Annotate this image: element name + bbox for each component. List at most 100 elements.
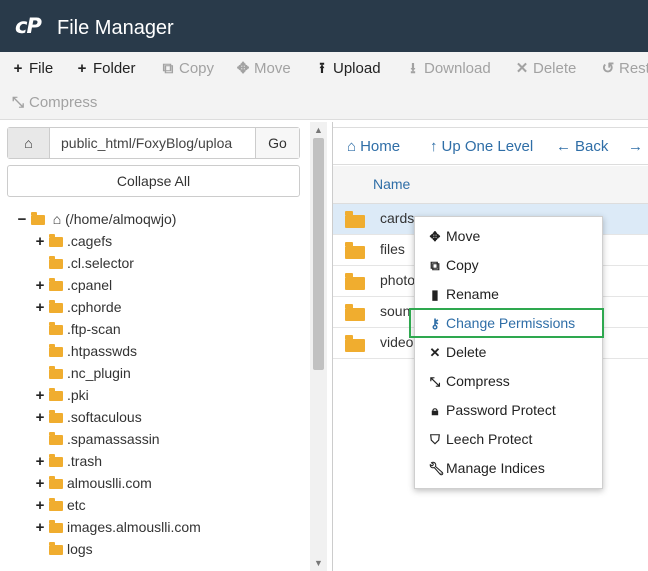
tree-item-label: .softaculous	[67, 409, 142, 425]
back-button[interactable]: ← Back	[556, 136, 608, 158]
expand-plus-icon[interactable]: +	[35, 407, 45, 429]
home-icon: ⌂	[347, 138, 357, 155]
new-file-button[interactable]: + File	[10, 54, 54, 84]
context-menu-label: Leech Protect	[446, 431, 533, 447]
scroll-down-icon[interactable]: ▼	[314, 558, 323, 568]
up-one-level-button[interactable]: ↑ Up One Level	[430, 136, 533, 158]
context-menu-label: Move	[446, 228, 481, 244]
plus-icon: +	[13, 60, 23, 77]
collapse-toggle-icon[interactable]: −	[17, 209, 27, 231]
restore-button[interactable]: ↺ Rest	[600, 54, 648, 84]
context-menu: ✥ Move ⧉ Copy ▮ Rename ⚷ Change Permissions ✕ Del…	[414, 216, 603, 489]
table-header: Name	[333, 166, 648, 204]
folder-icon	[49, 432, 63, 445]
tree-item[interactable]: + .softaculous	[35, 406, 142, 428]
path-bar: ⌂ public_html/FoxyBlog/uploa Go	[7, 127, 300, 159]
tree-item[interactable]: .ftp-scan	[35, 318, 121, 340]
move-icon: ✥	[236, 60, 250, 77]
expand-plus-icon[interactable]: +	[35, 297, 45, 319]
folder-icon	[49, 256, 63, 269]
cpanel-logo: cP	[15, 14, 42, 38]
context-menu-item[interactable]: 🔧︎Manage Indices	[428, 457, 545, 479]
context-menu-item[interactable]: ▮ Rename	[428, 283, 499, 305]
tree-item-label: .ftp-scan	[67, 321, 121, 337]
home-button[interactable]: ⌂ Home	[347, 136, 400, 158]
folder-icon	[49, 542, 63, 555]
file-name: cards	[380, 210, 415, 226]
tree-item[interactable]: + almouslli.com	[35, 472, 152, 494]
tree-root[interactable]: − ⌂ (/home/almoqwjo)	[17, 208, 177, 231]
folder-icon	[345, 211, 365, 228]
shield-icon: ⛉	[430, 432, 440, 447]
tree-item[interactable]: + images.almouslli.com	[35, 516, 201, 538]
folder-icon	[49, 520, 63, 533]
expand-plus-icon[interactable]: +	[35, 275, 45, 297]
tree-item[interactable]: + .trash	[35, 450, 102, 472]
folder-icon	[49, 234, 63, 247]
context-menu-item[interactable]: ⛉ Leech Protect	[428, 428, 532, 450]
move-icon: ✥	[429, 229, 441, 244]
upload-button[interactable]: ⭱ Upload	[314, 54, 380, 84]
tree-item-label: logs	[67, 541, 93, 557]
name-column-header[interactable]: Name	[373, 176, 410, 192]
tree-item-label: .pki	[67, 387, 89, 403]
folder-icon	[345, 335, 365, 352]
tree-item[interactable]: .nc_plugin	[35, 362, 131, 384]
tree-item-label: .cphorde	[67, 299, 122, 315]
context-menu-item[interactable]: ⤡ Compress	[428, 370, 510, 392]
tree-item-label: almouslli.com	[67, 475, 152, 491]
download-button[interactable]: ⭳ Download	[405, 54, 490, 84]
new-folder-button[interactable]: + Folder	[74, 54, 136, 84]
go-button[interactable]: Go	[255, 128, 299, 158]
tree-item[interactable]: + .cphorde	[35, 296, 122, 319]
path-input[interactable]: public_html/FoxyBlog/uploa	[51, 128, 256, 158]
highlight-box	[409, 308, 604, 338]
expand-plus-icon[interactable]: +	[35, 451, 45, 473]
folder-icon	[345, 273, 365, 290]
expand-plus-icon[interactable]: +	[35, 385, 45, 407]
tree-item[interactable]: logs	[35, 538, 93, 560]
directory-tree: − ⌂ (/home/almoqwjo) + .cagefs .cl.selecto…	[7, 207, 307, 571]
expand-plus-icon[interactable]: +	[35, 473, 45, 495]
compress-button[interactable]: ⤡ Compress	[10, 88, 97, 118]
folder-icon	[49, 322, 63, 335]
home-icon: ⌂	[52, 211, 62, 227]
tree-item[interactable]: + etc	[35, 494, 86, 516]
move-button[interactable]: ✥ Move	[235, 54, 291, 84]
expand-plus-icon[interactable]: +	[35, 517, 45, 539]
tree-item-label: .cpanel	[67, 277, 113, 293]
scrollbar-thumb[interactable]	[313, 138, 324, 370]
tree-scrollbar[interactable]: ▲ ▼	[310, 122, 327, 571]
tree-item[interactable]: + .pki	[35, 384, 89, 406]
folder-icon	[49, 388, 63, 401]
forward-button[interactable]: →	[628, 136, 647, 158]
tree-item[interactable]: + .cagefs	[35, 230, 113, 253]
home-directory-button[interactable]: ⌂	[8, 128, 50, 158]
folder-icon	[49, 476, 63, 489]
scroll-up-icon[interactable]: ▲	[314, 125, 323, 135]
expand-plus-icon[interactable]: +	[35, 231, 45, 253]
delete-button[interactable]: ✕ Delete	[514, 54, 577, 84]
tree-item[interactable]: + .cpanel	[35, 274, 113, 297]
tree-item[interactable]: .htpasswds	[35, 340, 137, 362]
copy-icon: ⧉	[162, 60, 174, 77]
copy-icon: ⧉	[430, 258, 440, 273]
expand-plus-icon[interactable]: +	[35, 495, 45, 517]
context-menu-label: Compress	[446, 373, 510, 389]
context-menu-item[interactable]: ✕ Delete	[428, 341, 487, 363]
tree-item-label: .spamassassin	[67, 431, 160, 447]
copy-button[interactable]: ⧉ Copy	[160, 54, 214, 84]
folder-icon	[49, 498, 63, 511]
context-menu-item[interactable]: ✥ Move	[428, 225, 481, 247]
folder-icon	[49, 454, 63, 467]
context-menu-item[interactable]: 🔒︎ Password Protect	[428, 399, 556, 421]
tree-item[interactable]: .spamassassin	[35, 428, 160, 450]
close-icon: ✕	[429, 345, 441, 360]
toolbar: + File + Folder ⧉ Copy ✥ Move ⭱ Upload ⭳ Downl…	[0, 52, 648, 120]
tree-item-label: .cl.selector	[67, 255, 134, 271]
collapse-all-button[interactable]: Collapse All	[7, 165, 300, 197]
context-menu-item[interactable]: ⧉ Copy	[428, 254, 478, 276]
file-icon: ▮	[431, 287, 439, 302]
tree-item[interactable]: .cl.selector	[35, 252, 134, 274]
lock-icon: 🔒︎	[431, 403, 439, 418]
